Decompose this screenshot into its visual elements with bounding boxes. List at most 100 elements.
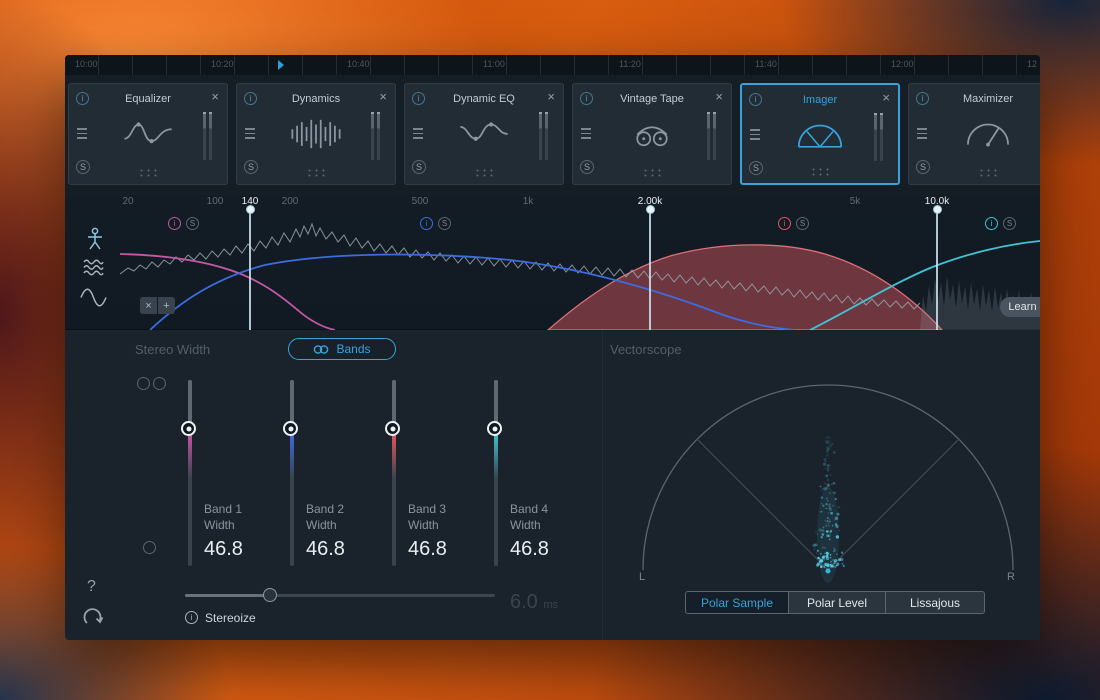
drag-handle[interactable] [474, 168, 494, 177]
module-card-vintage-tape[interactable]: i Vintage Tape × S [572, 83, 732, 185]
band2-width-slider[interactable] [290, 380, 294, 566]
polar-sample-button[interactable]: Polar Sample [685, 591, 789, 614]
drag-handle[interactable] [138, 168, 158, 177]
band2-width-knob[interactable] [283, 421, 298, 436]
level-meters [874, 113, 883, 161]
level-meters [707, 112, 716, 160]
solo-button[interactable]: S [580, 160, 594, 174]
band4-width-knob[interactable] [487, 421, 502, 436]
band1-solo-icon[interactable]: S [186, 217, 199, 230]
sine-view-icon[interactable] [80, 288, 107, 307]
band3-width-knob[interactable] [385, 421, 400, 436]
timeline-label: 11:20 [619, 59, 641, 69]
drag-handle[interactable] [306, 168, 326, 177]
solo-button[interactable]: S [412, 160, 426, 174]
stereoize-label[interactable]: Stereoize [205, 611, 256, 625]
timeline-ruler[interactable]: 10:00 10:20 10:40 11:00 11:20 11:40 12:0… [65, 55, 1040, 75]
freq-label: 500 [412, 196, 429, 207]
crossover-handle-140[interactable] [246, 205, 255, 214]
tape-reels-icon [626, 114, 678, 154]
waves-view-icon[interactable] [83, 258, 104, 276]
drag-handle[interactable] [810, 167, 830, 176]
band3-solo-icon[interactable]: S [796, 217, 809, 230]
module-title: Vintage Tape [573, 93, 731, 105]
close-icon[interactable]: × [547, 89, 555, 104]
drag-handle[interactable] [978, 168, 998, 177]
preset-list-icon[interactable] [750, 129, 760, 140]
learn-button[interactable]: Learn [1000, 297, 1040, 317]
close-icon[interactable]: × [715, 89, 723, 104]
stereo-link-icon[interactable] [153, 377, 166, 390]
preset-list-icon[interactable] [917, 128, 927, 139]
mono-mode-icon[interactable] [143, 541, 156, 554]
panel-divider [602, 330, 603, 640]
timeline-label: 11:00 [483, 59, 505, 69]
band-sublabel: Width [510, 518, 541, 532]
help-button[interactable]: ? [87, 578, 96, 596]
band4-width-slider[interactable] [494, 380, 498, 566]
module-card-imager[interactable]: i Imager × S [740, 83, 900, 185]
band3-info-icon[interactable]: i [778, 217, 791, 230]
solo-button[interactable]: S [749, 161, 763, 175]
crossover-handle-2k[interactable] [646, 205, 655, 214]
band4-info-icon[interactable]: i [985, 217, 998, 230]
band1-info-icon[interactable]: i [168, 217, 181, 230]
solo-button[interactable]: S [244, 160, 258, 174]
band2-solo-icon[interactable]: S [438, 217, 451, 230]
crossover-line-2k[interactable] [649, 210, 651, 330]
band-label: Band 2 [306, 502, 344, 516]
desktop-background: 10:00 10:20 10:40 11:00 11:20 11:40 12:0… [0, 0, 1100, 700]
level-meters [371, 112, 380, 160]
crossover-handle-10k[interactable] [933, 205, 942, 214]
lissajous-button[interactable]: Lissajous [885, 591, 985, 614]
drag-handle[interactable] [642, 168, 662, 177]
add-band-button[interactable]: + [158, 297, 175, 314]
close-icon[interactable]: × [211, 89, 219, 104]
close-icon[interactable]: × [379, 89, 387, 104]
reset-loop-icon[interactable] [82, 606, 104, 630]
band1-width-knob[interactable] [181, 421, 196, 436]
solo-button[interactable]: S [916, 160, 930, 174]
crossover-line-140[interactable] [249, 210, 251, 330]
stereoize-slider[interactable] [185, 594, 495, 597]
preset-list-icon[interactable] [77, 128, 87, 139]
bands-link-button[interactable]: Bands [288, 338, 396, 360]
preset-list-icon[interactable] [413, 128, 423, 139]
remove-band-button[interactable]: × [140, 297, 157, 314]
band-label: Band 4 [510, 502, 548, 516]
imager-gauge-icon [794, 115, 846, 155]
stereo-link-icon[interactable] [137, 377, 150, 390]
module-title: Equalizer [69, 93, 227, 105]
module-card-dynamic-eq[interactable]: i Dynamic EQ × S [404, 83, 564, 185]
crossover-line-10k[interactable] [936, 210, 938, 330]
band-sublabel: Width [408, 518, 439, 532]
close-icon[interactable]: × [882, 90, 890, 105]
band2-info-icon[interactable]: i [420, 217, 433, 230]
module-card-equalizer[interactable]: i Equalizer × S [68, 83, 228, 185]
band1-width-slider[interactable] [188, 380, 192, 566]
band-sublabel: Width [204, 518, 235, 532]
stereoize-info-icon[interactable]: i [185, 611, 198, 624]
band1-curve [120, 254, 335, 330]
playhead-marker[interactable] [278, 60, 284, 70]
stereoize-unit: ms [543, 599, 558, 611]
spectrum-curves [120, 210, 1040, 330]
bands-button-label: Bands [336, 342, 370, 356]
dynamics-bars-icon [290, 114, 342, 154]
solo-button[interactable]: S [76, 160, 90, 174]
preset-list-icon[interactable] [581, 128, 591, 139]
polar-level-button[interactable]: Polar Level [788, 591, 886, 614]
stereo-placement-view-icon[interactable] [85, 227, 105, 251]
module-card-dynamics[interactable]: i Dynamics × S [236, 83, 396, 185]
band-width-value: 46.8 [306, 538, 345, 561]
vectorscope-display [625, 375, 1035, 585]
band3-width-slider[interactable] [392, 380, 396, 566]
preset-list-icon[interactable] [245, 128, 255, 139]
dynamic-eq-curve-icon [458, 114, 510, 154]
freq-label: 100 [207, 196, 224, 207]
stereoize-knob[interactable] [263, 588, 277, 602]
band4-solo-icon[interactable]: S [1003, 217, 1016, 230]
level-meters [203, 112, 212, 160]
module-card-maximizer[interactable]: i Maximizer × S [908, 83, 1040, 185]
freq-label: 20 [122, 196, 133, 207]
